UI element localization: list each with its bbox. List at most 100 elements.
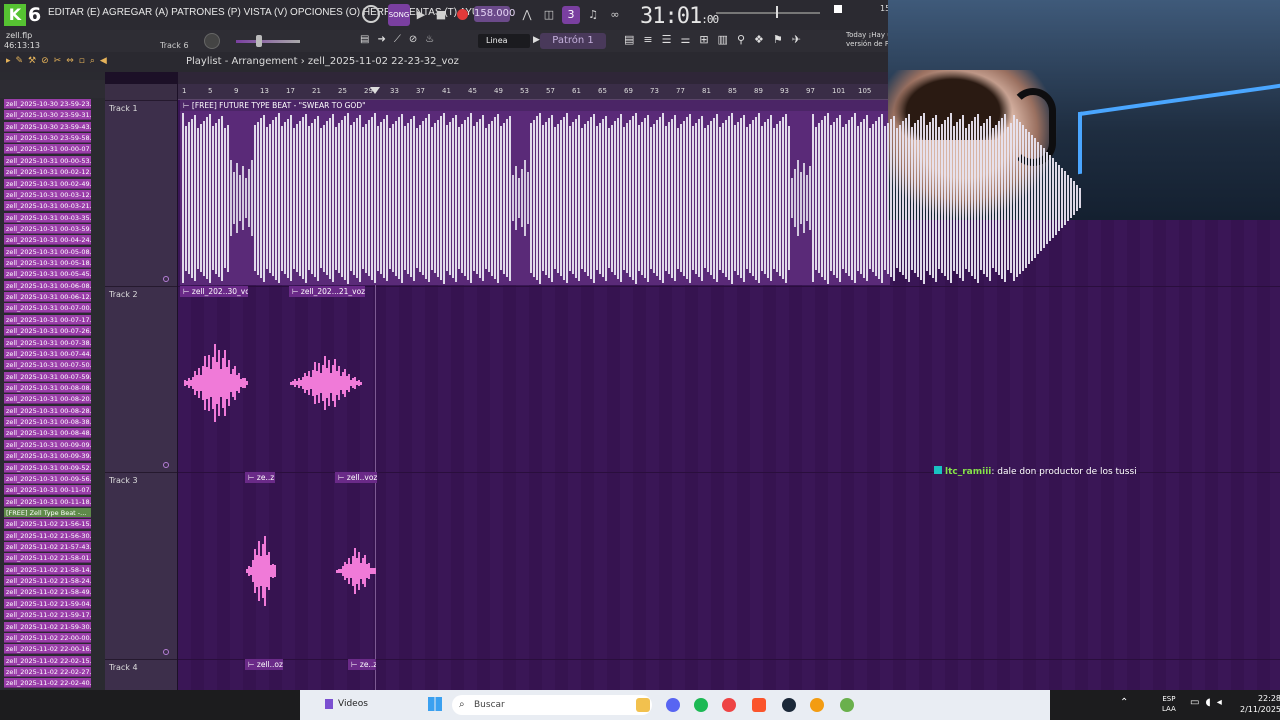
browser-item[interactable]: zell_2025-11-02 21-59-30... — [4, 621, 91, 632]
browser-item[interactable]: zell_2025-10-31 00-07-26... — [4, 326, 91, 337]
browser-item[interactable]: zell_2025-10-31 00-07-44... — [4, 348, 91, 359]
app-icon[interactable] — [840, 698, 854, 712]
vocal-clip-label[interactable]: ⊢ zell..oz — [245, 659, 283, 670]
track-header-3[interactable]: Track 3 — [105, 472, 177, 659]
browser-item[interactable]: zell_2025-10-31 00-00-53... — [4, 155, 91, 166]
track-led-icon[interactable] — [163, 462, 169, 468]
browser-item[interactable]: zell_2025-10-31 00-09-56... — [4, 473, 91, 484]
master-volume-handle[interactable] — [776, 6, 778, 18]
browser-item[interactable]: zell_2025-10-31 00-02-49... — [4, 178, 91, 189]
browser-item[interactable]: zell_2025-10-31 00-07-00... — [4, 303, 91, 314]
browser-item[interactable]: zell_2025-10-31 00-08-28... — [4, 405, 91, 416]
browser-item[interactable]: zell_2025-10-31 00-09-39... — [4, 451, 91, 462]
browser-item[interactable]: zell_2025-10-31 00-03-35... — [4, 212, 91, 223]
knob-icon[interactable] — [204, 33, 220, 49]
browser-item[interactable]: zell_2025-10-30 23-59-43... — [4, 121, 91, 132]
fl-studio-taskbar-icon[interactable] — [810, 698, 824, 712]
browser-item[interactable]: zell_2025-10-31 00-07-50... — [4, 360, 91, 371]
browser-item[interactable]: zell_2025-10-31 00-05-18... — [4, 258, 91, 269]
browser-item[interactable]: zell_2025-10-31 00-07-38... — [4, 337, 91, 348]
discord-icon[interactable] — [666, 698, 680, 712]
overview-strip[interactable] — [178, 72, 890, 84]
browser-item[interactable]: zell_2025-11-02 21-58-24... — [4, 576, 91, 587]
browser-item[interactable]: zell_2025-10-31 00-07-17... — [4, 314, 91, 325]
browser-item[interactable]: zell_2025-10-30 23-59-23... — [4, 99, 91, 109]
browser-item[interactable]: zell_2025-11-02 21-58-14... — [4, 564, 91, 575]
brave-icon[interactable] — [752, 698, 766, 712]
step-edit-icon[interactable]: ♫ — [584, 6, 602, 24]
browser-item[interactable]: zell_2025-10-31 00-08-08... — [4, 383, 91, 393]
browser-item[interactable]: zell_2025-10-31 00-04-24... — [4, 235, 91, 246]
tray-icons[interactable]: ⌃ — [1120, 697, 1134, 708]
pattern-arrow-icon[interactable]: ▶ — [533, 35, 540, 45]
windows-start-icon[interactable] — [428, 697, 442, 711]
browser-item[interactable]: zell_2025-10-30 23-59-58... — [4, 133, 91, 144]
countdown-icon[interactable]: 3 — [562, 6, 580, 24]
track-header-2[interactable]: Track 2 — [105, 286, 177, 472]
browser-item[interactable]: zell_2025-10-31 00-06-12... — [4, 292, 91, 303]
browser-item[interactable]: zell_2025-11-02 21-58-01... — [4, 553, 91, 564]
browser-item[interactable]: zell_2025-10-31 00-08-38... — [4, 417, 91, 428]
explorer-icon[interactable] — [636, 698, 650, 712]
track-led-icon[interactable] — [163, 649, 169, 655]
chrome-icon[interactable] — [722, 698, 736, 712]
browser-item[interactable]: zell_2025-10-31 00-09-52... — [4, 462, 91, 473]
song-mode-button[interactable]: SONG — [388, 4, 410, 26]
browser-item[interactable]: zell_2025-11-02 21-58-49... — [4, 587, 91, 598]
browser-item[interactable]: zell_2025-10-31 00-11-18... — [4, 496, 91, 507]
wait-icon[interactable]: ◫ — [540, 6, 558, 24]
playlist-tools[interactable]: ▸✎⚒⊘✂⇔▫⌕◀ — [6, 56, 112, 66]
browser-item[interactable]: [FREE] Zell Type Beat -... — [4, 507, 91, 518]
browser-item[interactable]: zell_2025-10-30 23-59-31... — [4, 110, 91, 121]
browser-item[interactable]: zell_2025-10-31 00-05-08... — [4, 246, 91, 257]
browser-item[interactable]: zell_2025-11-02 22-02-27... — [4, 667, 91, 677]
pitch-slider[interactable] — [236, 40, 300, 43]
browser-item[interactable]: zell_2025-10-31 00-03-12... — [4, 189, 91, 200]
browser-item[interactable]: zell_2025-10-31 00-05-45... — [4, 269, 91, 280]
master-volume-slider[interactable] — [716, 12, 820, 14]
track-header-1[interactable]: Track 1 — [105, 100, 177, 286]
vocal-clip-label[interactable]: ⊢ zell_202..30_voz — [180, 286, 248, 297]
beat-clip-label[interactable]: ⊢ [FREE] FUTURE TYPE BEAT - "SWEAR TO GO… — [180, 100, 890, 111]
spotify-icon[interactable] — [694, 698, 708, 712]
taskbar-search[interactable]: Buscar — [452, 695, 652, 715]
browser-item[interactable]: zell_2025-11-02 21-59-17... — [4, 610, 91, 621]
fl-logo[interactable]: K 6 — [4, 4, 48, 26]
pattern-selector[interactable]: Patrón 1 — [540, 33, 606, 49]
browser-item[interactable]: zell_2025-11-02 21-57-43... — [4, 542, 91, 553]
recorder-circle-icon[interactable] — [362, 5, 380, 23]
vocal-clip-label[interactable]: ⊢ zell_202...21_voz — [289, 286, 365, 297]
browser-item[interactable]: zell_2025-10-31 00-07-59... — [4, 371, 91, 382]
browser-item[interactable]: zell_2025-11-02 21-56-15... — [4, 519, 91, 530]
update-notice[interactable]: Today ¡Hay u versión de FL — [846, 31, 893, 49]
browser-item[interactable]: zell_2025-10-31 00-11-07... — [4, 485, 91, 496]
language-indicator[interactable]: ESP LAA — [1162, 694, 1176, 714]
browser-item[interactable]: zell_2025-10-31 00-08-48... — [4, 428, 91, 439]
tools-strip[interactable]: ▤➜⟋⊘♨ — [360, 34, 472, 48]
browser-item[interactable]: zell_2025-10-31 00-08-20... — [4, 394, 91, 405]
vocal-clip-label[interactable]: ⊢ ze..z — [245, 472, 275, 483]
steam-icon[interactable] — [782, 698, 796, 712]
play-icon[interactable]: ▶ — [412, 6, 430, 24]
snap-mode-select[interactable]: Linea — [478, 34, 530, 48]
browser-item[interactable]: zell_2025-11-02 22-02-40... — [4, 678, 91, 689]
browser-item[interactable]: zell_2025-11-02 22-00-16... — [4, 644, 91, 655]
pitch-handle[interactable] — [256, 35, 262, 47]
browser-item[interactable]: zell_2025-11-02 22-02-15... — [4, 655, 91, 666]
vocal-clip-label[interactable]: ⊢ zell..voz — [335, 472, 377, 483]
browser-item[interactable]: zell_2025-10-31 00-09-09... — [4, 439, 91, 450]
browser-item[interactable]: zell_2025-10-31 00-06-08... — [4, 280, 91, 291]
browser-item[interactable]: zell_2025-10-31 00-03-21... — [4, 201, 91, 212]
system-tray-icons[interactable]: ▭◖◂ — [1190, 697, 1228, 708]
record-icon[interactable] — [457, 9, 468, 20]
loop-record-icon[interactable]: ∞ — [606, 6, 624, 24]
tempo-display[interactable]: 158.000 — [474, 6, 515, 22]
metronome-icon[interactable]: ⋀ — [518, 6, 536, 24]
browser-item[interactable]: zell_2025-10-31 00-00-07... — [4, 144, 91, 155]
browser-item[interactable]: zell_2025-11-02 21-59-04... — [4, 598, 91, 609]
stop-icon[interactable]: ■ — [432, 6, 450, 24]
track-led-icon[interactable] — [163, 276, 169, 282]
window-buttons-strip[interactable]: ▤≡☰⚌⊞▥⚲❖⚑✈ — [624, 33, 842, 49]
browser-item[interactable]: zell_2025-11-02 22-00-00... — [4, 632, 91, 643]
browser-item[interactable]: zell_2025-11-02 21-56-30... — [4, 530, 91, 541]
